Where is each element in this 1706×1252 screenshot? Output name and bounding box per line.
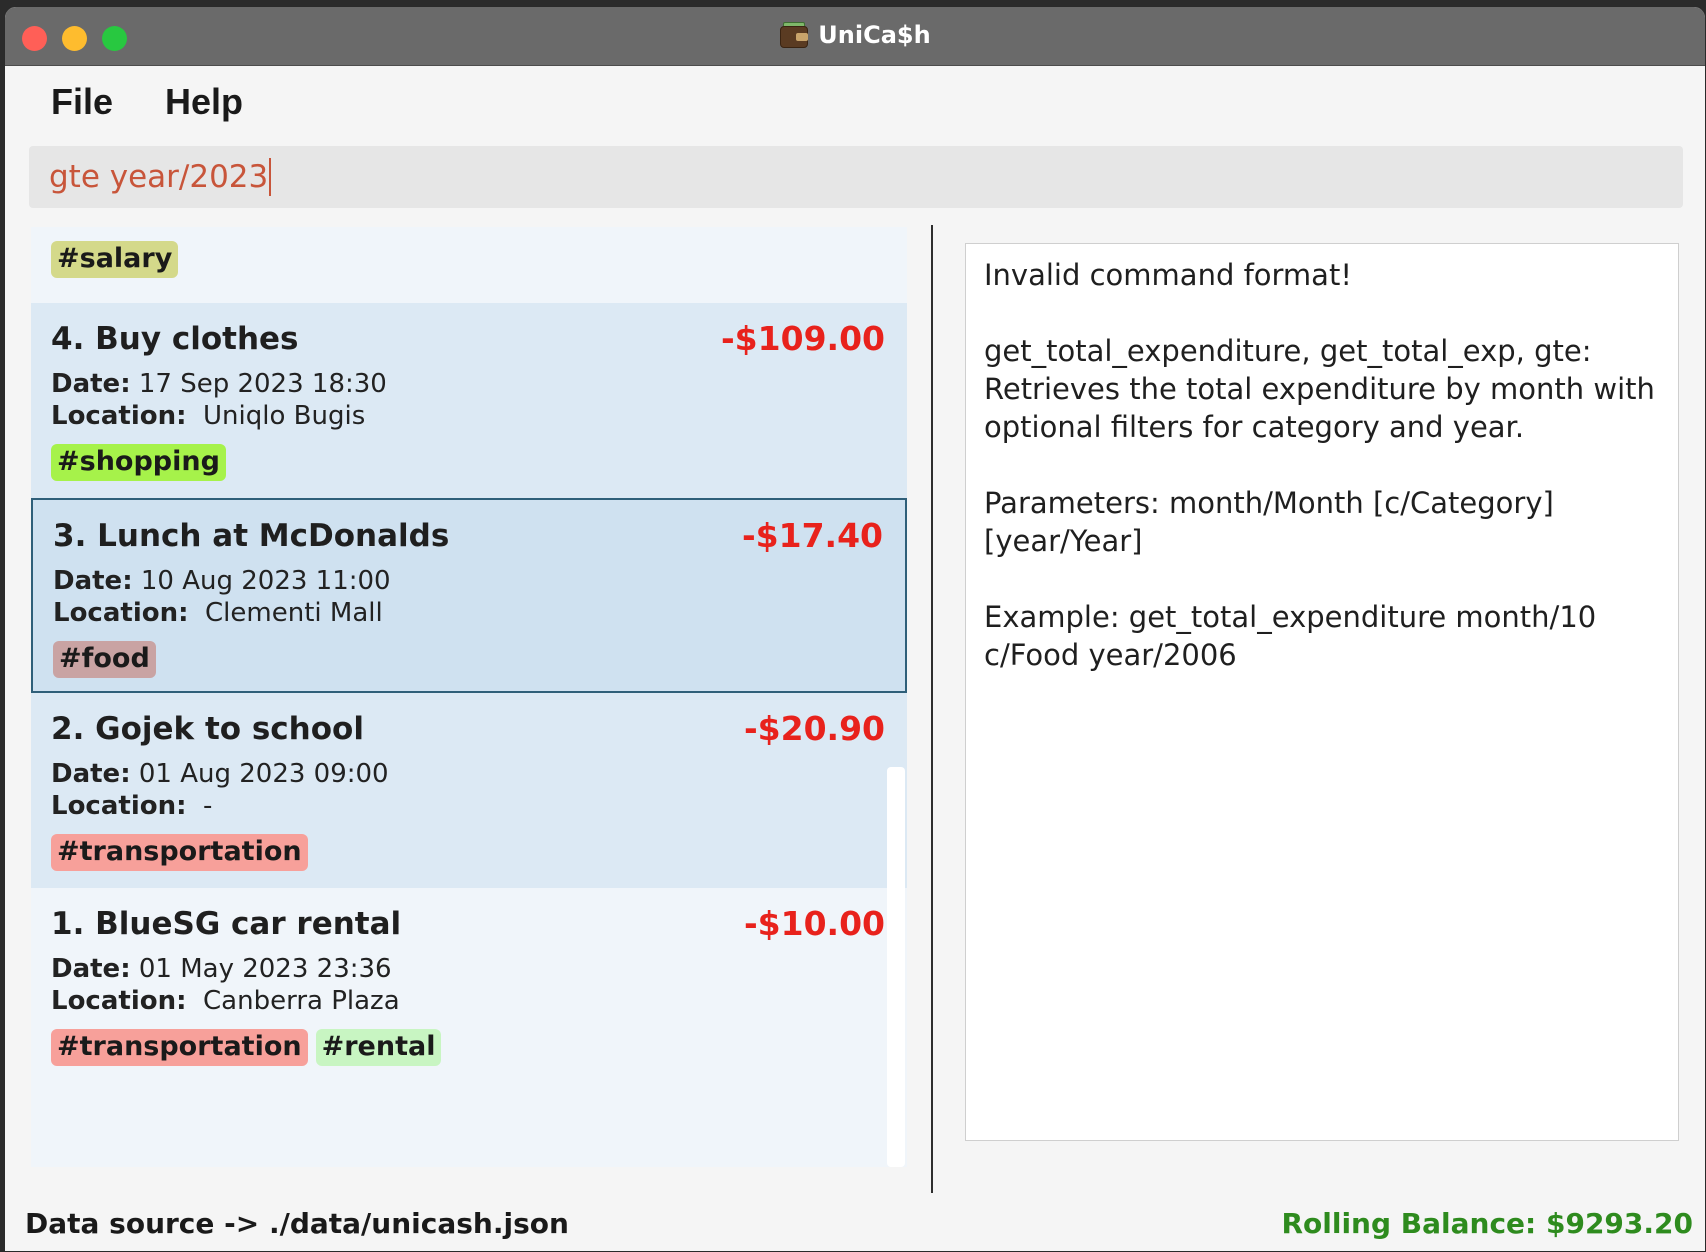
- status-bar: Data source -> ./data/unicash.json Rolli…: [5, 1193, 1705, 1251]
- split-pane-divider[interactable]: [931, 225, 933, 1193]
- tag-salary: #salary: [51, 241, 179, 278]
- result-display: Invalid command format! get_total_expend…: [965, 243, 1679, 1141]
- tag-transportation: #transportation: [51, 1029, 308, 1066]
- transaction-date-row: Date: 10 Aug 2023 11:00: [53, 566, 391, 596]
- data-source-path: Data source -> ./data/unicash.json: [25, 1206, 569, 1240]
- transaction-card-4[interactable]: 4. Buy clothes -$109.00 Date: 17 Sep 202…: [31, 303, 907, 498]
- app-window: UniCa$h File Help gte year/2023 #salary …: [4, 6, 1706, 1252]
- transaction-name: 1. BlueSG car rental: [51, 906, 402, 942]
- transaction-name: 4. Buy clothes: [51, 321, 299, 357]
- tag-transportation: #transportation: [51, 834, 308, 871]
- result-message: Invalid command format! get_total_expend…: [984, 258, 1655, 672]
- transaction-date: 01 May 2023 23:36: [138, 954, 392, 984]
- menu-bar: File Help: [5, 67, 1705, 137]
- tag-shopping: #shopping: [51, 444, 226, 481]
- menu-help[interactable]: Help: [165, 81, 243, 123]
- transaction-date: 10 Aug 2023 11:00: [140, 566, 391, 596]
- title-bar: UniCa$h: [5, 7, 1705, 66]
- transaction-card-1[interactable]: 1. BlueSG car rental -$10.00 Date: 01 Ma…: [31, 888, 907, 1088]
- transaction-location: -: [203, 791, 213, 821]
- list-scrollbar[interactable]: [887, 767, 905, 1167]
- transaction-amount: -$10.00: [743, 904, 885, 943]
- command-box[interactable]: gte year/2023: [29, 146, 1683, 208]
- transaction-date-row: Date: 01 May 2023 23:36: [51, 954, 392, 984]
- command-text: gte year/2023: [49, 159, 269, 195]
- tag-rental: #rental: [315, 1029, 442, 1066]
- transaction-card-3[interactable]: 3. Lunch at McDonalds -$17.40 Date: 10 A…: [31, 498, 907, 693]
- window-title: UniCa$h: [818, 21, 931, 49]
- transaction-location: Canberra Plaza: [203, 986, 400, 1016]
- transaction-amount: -$109.00: [720, 319, 885, 358]
- wallet-icon: [779, 21, 809, 49]
- command-input[interactable]: gte year/2023: [49, 158, 272, 196]
- transaction-amount: -$20.90: [743, 709, 885, 748]
- text-caret: [269, 158, 272, 196]
- tag-food: #food: [53, 641, 156, 678]
- transaction-amount: -$17.40: [741, 516, 883, 555]
- list-item[interactable]: #salary: [31, 227, 907, 297]
- rolling-balance: Rolling Balance: $9293.20: [1281, 1206, 1693, 1240]
- transaction-date: 01 Aug 2023 09:00: [138, 759, 389, 789]
- transaction-location-row: Location: Uniqlo Bugis: [51, 401, 366, 431]
- transaction-date: 17 Sep 2023 18:30: [138, 369, 387, 399]
- transaction-location-row: Location: -: [51, 791, 213, 821]
- transaction-name: 2. Gojek to school: [51, 711, 364, 747]
- transaction-card-2[interactable]: 2. Gojek to school -$20.90 Date: 01 Aug …: [31, 693, 907, 888]
- transaction-date-row: Date: 01 Aug 2023 09:00: [51, 759, 389, 789]
- transaction-location-row: Location: Canberra Plaza: [51, 986, 400, 1016]
- menu-file[interactable]: File: [51, 81, 113, 123]
- transaction-name: 3. Lunch at McDonalds: [53, 518, 450, 554]
- transaction-date-row: Date: 17 Sep 2023 18:30: [51, 369, 387, 399]
- transaction-location: Uniqlo Bugis: [203, 401, 366, 431]
- transaction-location-row: Location: Clementi Mall: [53, 598, 383, 628]
- transaction-location: Clementi Mall: [205, 598, 383, 628]
- transaction-list[interactable]: #salary 4. Buy clothes -$109.00 Date: 17…: [31, 227, 907, 1167]
